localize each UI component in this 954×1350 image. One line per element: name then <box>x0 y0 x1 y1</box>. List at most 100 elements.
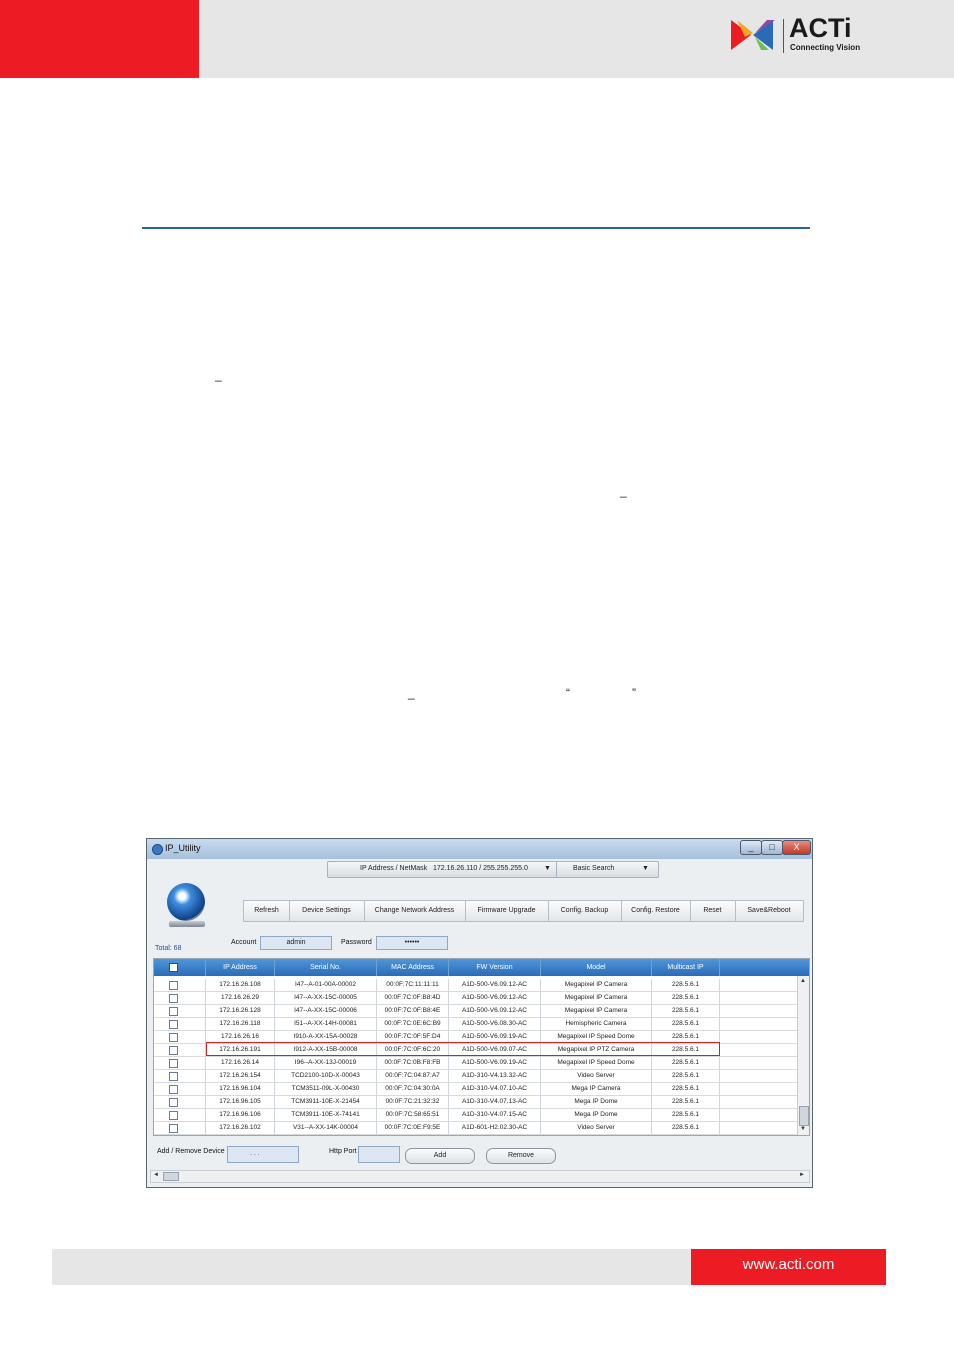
vertical-scrollbar[interactable]: ▲ ▼ <box>797 976 809 1135</box>
scroll-left-icon[interactable]: ◄ <box>153 1172 159 1178</box>
logo-tagline: Connecting Vision <box>790 43 861 52</box>
model-cell: Mega IP Camera <box>541 1083 652 1095</box>
scroll-thumb[interactable] <box>799 1106 809 1126</box>
col-mac-address[interactable]: MAC Address <box>377 959 449 976</box>
row-select-cell <box>154 979 206 991</box>
col-ip-address[interactable]: IP Address <box>206 959 275 976</box>
multicast-ip-cell: 228.5.6.1 <box>652 1057 720 1069</box>
window-titlebar: IP_Utility _ □ X <box>147 839 812 859</box>
search-mode-select[interactable]: Basic Search <box>573 865 614 872</box>
select-all-checkbox[interactable] <box>169 963 178 972</box>
close-button[interactable]: X <box>782 840 811 855</box>
table-row[interactable]: 172.16.96.105 TCM3911-10E-X-21454 00:0F:7C… <box>154 1096 797 1109</box>
row-checkbox[interactable] <box>169 1046 178 1055</box>
scroll-thumb[interactable] <box>163 1172 179 1181</box>
col-fw-version[interactable]: FW Version <box>449 959 541 976</box>
logo-wordmark: ACTi <box>789 13 852 43</box>
col-model[interactable]: Model <box>541 959 652 976</box>
save-reboot-button[interactable]: Save&Reboot <box>735 901 803 921</box>
model-cell: Megapixel IP Speed Dome <box>541 1057 652 1069</box>
col-serial-no[interactable]: Serial No. <box>275 959 377 976</box>
fw-version-cell: A1D-310-V4.07.10-AC <box>449 1083 541 1095</box>
mac-address-cell: 00:0F:7C:0B:F8:FB <box>377 1057 449 1069</box>
table-row[interactable]: 172.16.96.104 TCM3511-09L-X-00430 00:0F:7C… <box>154 1083 797 1096</box>
network-camera-icon-base <box>169 921 205 927</box>
table-row[interactable]: 172.16.96.106 TCM3911-10E-X-74141 00:0F:7C… <box>154 1109 797 1122</box>
ip-address-cell: 172.16.96.104 <box>206 1083 275 1095</box>
row-checkbox[interactable] <box>169 1085 178 1094</box>
account-label: Account <box>231 939 257 946</box>
ip-address-cell: 172.16.26.128 <box>206 1005 275 1017</box>
ip-netmask-select[interactable]: IP Address / NetMask 172.16.26.110 / 255… <box>328 862 557 877</box>
footer-url[interactable]: www.acti.com <box>691 1256 886 1273</box>
row-checkbox[interactable] <box>169 1098 178 1107</box>
firmware-upgrade-button[interactable]: Firmware Upgrade <box>465 901 549 921</box>
add-button[interactable]: Add <box>405 1148 475 1164</box>
serial-no-cell: I47--A-XX-15C-00005 <box>275 992 377 1004</box>
table-row[interactable]: 172.16.26.29 I47--A-XX-15C-00005 00:0F:7C:… <box>154 992 797 1005</box>
mac-address-cell: 00:0F:7C:21:32:32 <box>377 1096 449 1108</box>
row-select-cell <box>154 1031 206 1043</box>
row-checkbox[interactable] <box>169 1124 178 1133</box>
header-red-block <box>0 0 199 78</box>
mac-address-cell: 00:0F:7C:04:30:0A <box>377 1083 449 1095</box>
table-row[interactable]: 172.16.26.102 V31--A-XX-14K-00004 00:0F:7C… <box>154 1122 797 1135</box>
chevron-down-icon[interactable]: ▼ <box>642 865 649 872</box>
row-select-cell <box>154 1005 206 1017</box>
network-camera-icon <box>167 883 205 921</box>
scroll-down-icon[interactable]: ▼ <box>800 1126 806 1132</box>
row-checkbox[interactable] <box>169 994 178 1003</box>
horizontal-scrollbar[interactable]: ◄ ► <box>150 1170 810 1183</box>
window-title: IP_Utility <box>165 843 201 853</box>
device-table: IP Address Serial No. MAC Address FW Ver… <box>153 958 810 1136</box>
underscore-mark: _ <box>215 368 222 382</box>
fw-version-cell: A1D-500-V6.08.30-AC <box>449 1018 541 1030</box>
config-backup-button[interactable]: Config. Backup <box>548 901 622 921</box>
minimize-button[interactable]: _ <box>740 840 762 855</box>
change-network-address-button[interactable]: Change Network Address <box>364 901 466 921</box>
multicast-ip-cell: 228.5.6.1 <box>652 992 720 1004</box>
ip-netmask-bar[interactable]: IP Address / NetMask 172.16.26.110 / 255… <box>327 861 659 878</box>
device-settings-button[interactable]: Device Settings <box>289 901 365 921</box>
mac-address-cell: 00:0F:7C:0F:B8:4D <box>377 992 449 1004</box>
http-port-input[interactable] <box>358 1146 400 1163</box>
password-input[interactable]: •••••• <box>376 936 448 950</box>
row-checkbox[interactable] <box>169 1033 178 1042</box>
config-restore-button[interactable]: Config. Restore <box>621 901 691 921</box>
scroll-right-icon[interactable]: ► <box>799 1172 805 1178</box>
row-select-cell <box>154 1070 206 1082</box>
row-checkbox[interactable] <box>169 1007 178 1016</box>
scroll-up-icon[interactable]: ▲ <box>800 978 806 984</box>
row-checkbox[interactable] <box>169 981 178 990</box>
row-checkbox[interactable] <box>169 1059 178 1068</box>
model-cell: Hemispheric Camera <box>541 1018 652 1030</box>
serial-no-cell: TCM3511-09L-X-00430 <box>275 1083 377 1095</box>
account-input[interactable]: admin <box>260 936 332 950</box>
table-row[interactable]: 172.16.26.14 I96--A-XX-13J-00019 00:0F:7C:… <box>154 1057 797 1070</box>
multicast-ip-cell: 228.5.6.1 <box>652 1005 720 1017</box>
row-select-cell <box>154 1044 206 1056</box>
title-rule <box>142 227 810 229</box>
http-port-label: Http Port <box>329 1148 357 1155</box>
row-checkbox[interactable] <box>169 1111 178 1120</box>
refresh-button[interactable]: Refresh <box>244 901 290 921</box>
device-ip-input[interactable]: . . . <box>227 1146 299 1163</box>
fw-version-cell: A1D-500-V6.09.12-AC <box>449 979 541 991</box>
row-checkbox[interactable] <box>169 1072 178 1081</box>
chevron-down-icon[interactable]: ▼ <box>544 865 551 872</box>
table-row[interactable]: 172.16.26.154 TCD2100-10D-X-00043 00:0F:7C… <box>154 1070 797 1083</box>
device-total: Total: 68 <box>155 945 182 952</box>
serial-no-cell: I96--A-XX-13J-00019 <box>275 1057 377 1069</box>
col-multicast-ip[interactable]: Multicast IP <box>652 959 720 976</box>
maximize-button[interactable]: □ <box>761 840 783 855</box>
remove-button[interactable]: Remove <box>486 1148 556 1164</box>
acti-logo: ACTi Connecting Vision <box>731 13 871 57</box>
reset-button[interactable]: Reset <box>690 901 736 921</box>
fw-version-cell: A1D-500-V6.09.12-AC <box>449 1005 541 1017</box>
table-row[interactable]: 172.16.26.108 I47--A-01-00A-00002 00:0F:7C… <box>154 979 797 992</box>
row-checkbox[interactable] <box>169 1020 178 1029</box>
ip-address-cell: 172.16.26.118 <box>206 1018 275 1030</box>
table-row[interactable]: 172.16.26.118 I51--A-XX-14H-00081 00:0F:7C… <box>154 1018 797 1031</box>
table-row[interactable]: 172.16.26.128 I47--A-XX-15C-00006 00:0F:7C… <box>154 1005 797 1018</box>
model-cell: Mega IP Dome <box>541 1109 652 1121</box>
